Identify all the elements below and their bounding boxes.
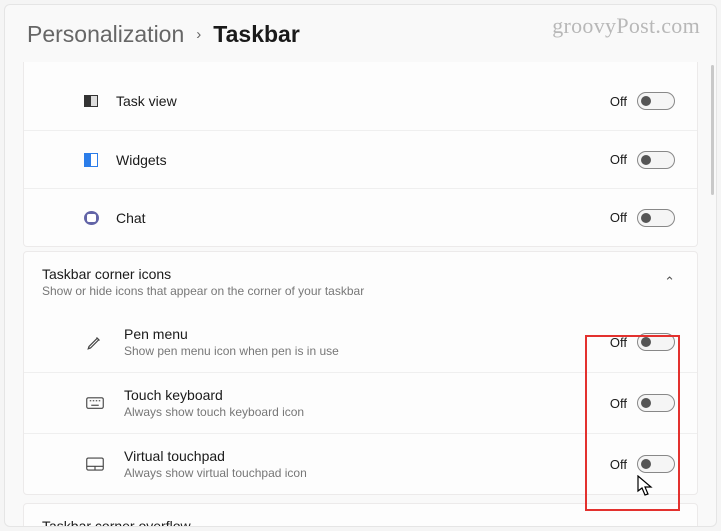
touch-toggle[interactable]: [637, 394, 675, 412]
widgets-state: Off: [610, 152, 627, 167]
row-pen-menu[interactable]: Pen menu Show pen menu icon when pen is …: [24, 312, 697, 372]
pen-toggle[interactable]: [637, 333, 675, 351]
touchpad-title: Virtual touchpad: [124, 448, 610, 464]
widgets-toggle[interactable]: [637, 151, 675, 169]
row-touch-keyboard[interactable]: Touch keyboard Always show touch keyboar…: [24, 372, 697, 433]
taskbar-corner-icons-card: Taskbar corner icons Show or hide icons …: [23, 251, 698, 495]
taskbar-corner-icons-header[interactable]: Taskbar corner icons Show or hide icons …: [24, 252, 697, 312]
touch-title: Touch keyboard: [124, 387, 610, 403]
row-virtual-touchpad[interactable]: Virtual touchpad Always show virtual tou…: [24, 433, 697, 494]
breadcrumb-current: Taskbar: [213, 21, 300, 48]
chevron-up-icon[interactable]: ⌃: [664, 274, 675, 290]
touch-state: Off: [610, 396, 627, 411]
taskbar-corner-overflow-card[interactable]: Taskbar corner overflow: [23, 503, 698, 527]
breadcrumb-parent[interactable]: Personalization: [27, 21, 184, 48]
widgets-title: Widgets: [116, 152, 610, 168]
pen-sub: Show pen menu icon when pen is in use: [124, 344, 610, 358]
chat-state: Off: [610, 210, 627, 225]
corner-title: Taskbar corner icons: [42, 266, 664, 282]
pen-icon: [86, 333, 104, 351]
touchpad-sub: Always show virtual touchpad icon: [124, 466, 610, 480]
touch-sub: Always show touch keyboard icon: [124, 405, 610, 419]
watermark-text: groovyPost.com: [552, 13, 700, 39]
chevron-right-icon: ›: [196, 26, 201, 43]
row-task-view[interactable]: Task view Off: [24, 72, 697, 130]
chat-icon: [82, 209, 100, 227]
overflow-title: Taskbar corner overflow: [42, 518, 675, 527]
task-view-toggle[interactable]: [637, 92, 675, 110]
task-view-title: Task view: [116, 93, 610, 109]
task-view-icon: [82, 92, 100, 110]
touchpad-icon: [86, 455, 104, 473]
touchpad-toggle[interactable]: [637, 455, 675, 473]
vertical-scrollbar[interactable]: [711, 65, 714, 195]
chat-title: Chat: [116, 210, 610, 226]
row-widgets[interactable]: Widgets Off: [24, 130, 697, 188]
chat-toggle[interactable]: [637, 209, 675, 227]
keyboard-icon: [86, 394, 104, 412]
pen-title: Pen menu: [124, 326, 610, 342]
task-view-state: Off: [610, 94, 627, 109]
row-chat[interactable]: Chat Off: [24, 188, 697, 246]
widgets-icon: [82, 151, 100, 169]
taskbar-items-card: Task view Off Widgets Off Chat Off: [23, 62, 698, 247]
corner-sub: Show or hide icons that appear on the co…: [42, 284, 664, 298]
pen-state: Off: [610, 335, 627, 350]
touchpad-state: Off: [610, 457, 627, 472]
